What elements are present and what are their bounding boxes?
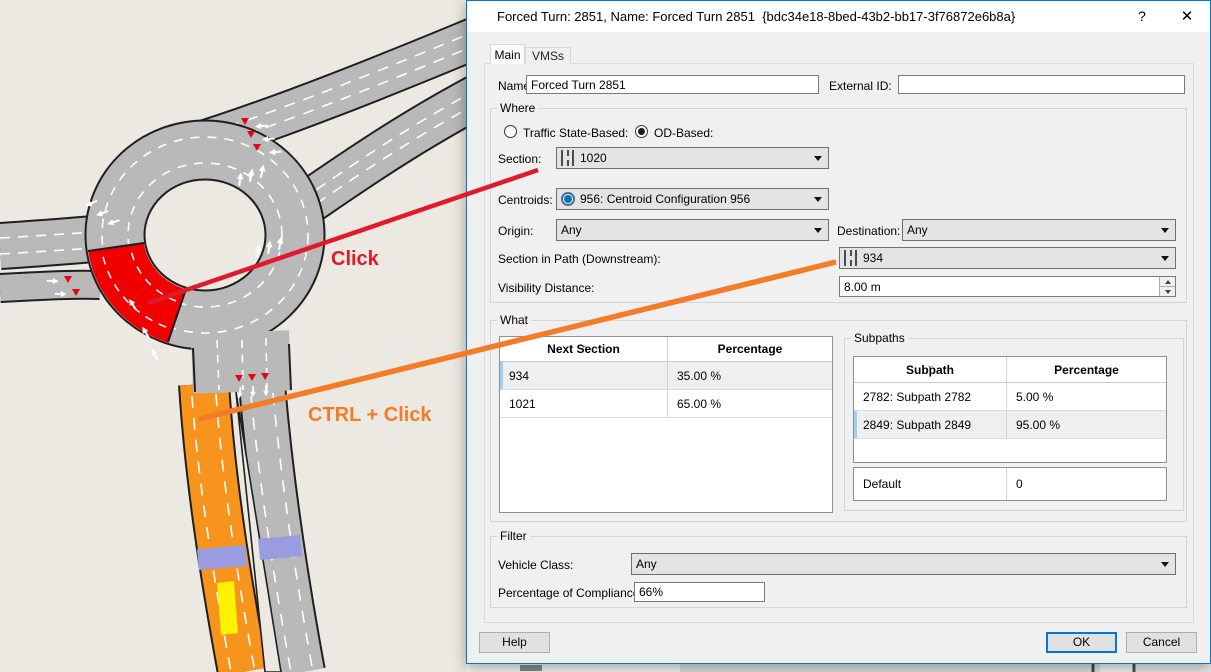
table-row[interactable]: 2849: Subpath 2849 95.00 % [854, 411, 1166, 439]
col-subpath[interactable]: ⌄ Subpath [854, 357, 1007, 382]
section-label: Section: [498, 152, 541, 166]
col-percentage[interactable]: Percentage [1007, 357, 1166, 382]
tab-main[interactable]: Main [490, 44, 525, 64]
destination-combo[interactable]: Any [902, 219, 1176, 241]
visibility-distance-label: Visibility Distance: [498, 281, 594, 295]
road-section-icon [561, 150, 574, 166]
table-row[interactable]: 2782: Subpath 2782 5.00 % [854, 383, 1166, 411]
road-sw-stub [0, 285, 100, 288]
od-based-label: OD-Based: [654, 126, 713, 140]
filter-legend: Filter [497, 529, 530, 543]
centroids-combo[interactable]: 956: Centroid Configuration 956 [556, 188, 829, 210]
col-next-section[interactable]: ⌄ Next Section [500, 337, 668, 361]
close-icon[interactable]: ✕ [1172, 1, 1202, 32]
ok-button[interactable]: OK [1046, 632, 1117, 653]
table-row[interactable]: Default 0 [854, 468, 1166, 500]
chevron-down-icon [1161, 562, 1169, 567]
section-combo[interactable]: 1020 [556, 147, 829, 169]
what-legend: What [497, 313, 531, 327]
spinner-buttons[interactable] [1159, 277, 1175, 296]
traffic-state-label: Traffic State-Based: [523, 126, 628, 140]
section-in-path-combo[interactable]: 934 [839, 247, 1176, 269]
table-header[interactable]: ⌄ Next Section Percentage [500, 337, 832, 362]
app-stage: Forced Turn: 2851, Name: Forced Turn 285… [0, 0, 1211, 672]
traffic-state-radio[interactable] [504, 125, 517, 138]
origin-combo[interactable]: Any [556, 219, 829, 241]
spin-up-icon[interactable] [1160, 277, 1175, 287]
name-input[interactable] [526, 75, 819, 94]
table-row[interactable]: 1021 65.00 % [500, 390, 832, 418]
chevron-down-icon [1161, 228, 1169, 233]
visibility-distance-input[interactable] [840, 280, 1159, 294]
dialog-title: Forced Turn: 2851, Name: Forced Turn 285… [497, 1, 1015, 32]
sort-chevron-icon: ⌄ [926, 353, 934, 379]
compliance-input[interactable] [634, 582, 765, 602]
where-legend: Where [497, 101, 538, 115]
section-in-path-label: Section in Path (Downstream): [498, 252, 661, 266]
forced-turn-dialog: Forced Turn: 2851, Name: Forced Turn 285… [466, 0, 1211, 664]
table-header[interactable]: ⌄ Subpath Percentage [854, 357, 1166, 383]
vehicle-class-label: Vehicle Class: [498, 558, 573, 572]
centroids-label: Centroids: [498, 193, 553, 207]
sort-chevron-icon: ⌄ [579, 333, 587, 358]
table-row[interactable]: 934 35.00 % [500, 362, 832, 390]
detector-gray-road[interactable] [258, 535, 302, 560]
help-icon[interactable]: ? [1127, 1, 1157, 32]
external-id-input[interactable] [898, 75, 1185, 94]
origin-label: Origin: [498, 224, 533, 238]
destination-label: Destination: [837, 224, 900, 238]
col-percentage[interactable]: Percentage [668, 337, 832, 361]
detector-orange-road[interactable] [197, 545, 247, 570]
subpaths-table[interactable]: ⌄ Subpath Percentage 2782: Subpath 2782 … [853, 356, 1167, 463]
road-section-icon [844, 250, 857, 266]
ctrl-click-annotation: CTRL + Click [308, 404, 432, 427]
spin-down-icon[interactable] [1160, 287, 1175, 296]
chevron-down-icon [814, 197, 822, 202]
subpaths-legend: Subpaths [851, 331, 908, 345]
dialog-titlebar[interactable]: Forced Turn: 2851, Name: Forced Turn 285… [467, 1, 1210, 32]
chevron-down-icon [1161, 256, 1169, 261]
od-based-radio[interactable] [635, 125, 648, 138]
chevron-down-icon [814, 228, 822, 233]
tab-vmss[interactable]: VMSs [525, 47, 571, 64]
vehicle-class-combo[interactable]: Any [631, 553, 1176, 575]
compliance-label: Percentage of Compliance: [498, 586, 643, 600]
chevron-down-icon [814, 156, 822, 161]
subpaths-default-row[interactable]: Default 0 [853, 467, 1167, 501]
cancel-button[interactable]: Cancel [1126, 632, 1197, 653]
visibility-distance-spinbox[interactable] [839, 276, 1176, 297]
click-annotation: Click [331, 248, 379, 271]
next-section-table[interactable]: ⌄ Next Section Percentage 934 35.00 % 10… [499, 336, 833, 513]
centroid-icon [561, 192, 575, 206]
external-id-label: External ID: [829, 79, 892, 93]
help-button[interactable]: Help [479, 632, 550, 653]
